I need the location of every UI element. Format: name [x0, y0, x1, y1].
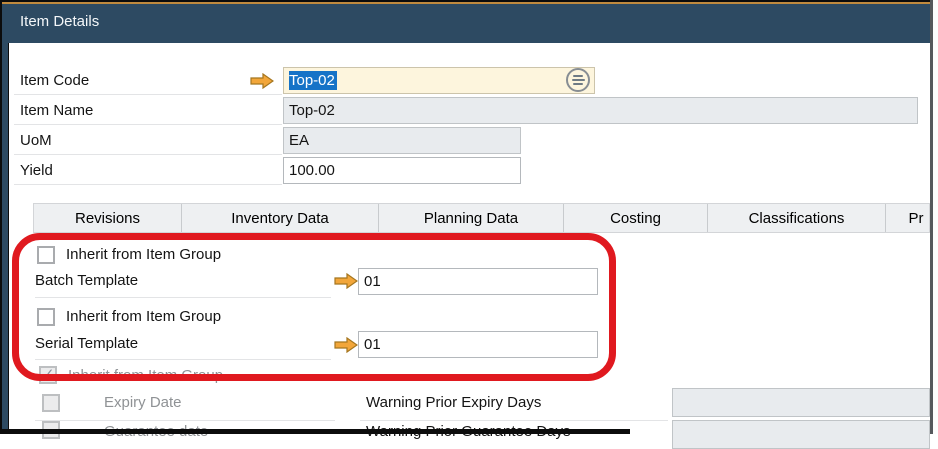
serial-template-value: 01: [364, 336, 381, 353]
title-bar: Item Details: [0, 4, 933, 43]
uom-input: EA: [283, 127, 521, 154]
inherit-batch-label: Inherit from Item Group: [66, 242, 221, 268]
batch-template-value: 01: [364, 273, 381, 290]
window-left-edge: [0, 0, 2, 434]
row-divider: [14, 184, 282, 185]
link-arrow-icon[interactable]: [250, 73, 274, 89]
item-name-value: Top-02: [289, 102, 335, 119]
serial-template-input[interactable]: 01: [358, 331, 598, 358]
tab-revisions[interactable]: Revisions: [34, 204, 182, 232]
item-name-input: Top-02: [283, 97, 918, 124]
inherit-expiry-label: Inherit from Item Group: [68, 363, 223, 389]
row-divider: [35, 359, 331, 360]
batch-template-label: Batch Template: [35, 268, 138, 294]
item-code-label: Item Code: [20, 68, 89, 94]
warning-prior-guarantee-days-input: [672, 420, 930, 449]
item-code-input[interactable]: Top-02: [283, 67, 595, 94]
row-divider: [14, 124, 282, 125]
inherit-from-item-group-checkbox-serial[interactable]: [37, 308, 55, 326]
tab-inventory-data[interactable]: Inventory Data: [182, 204, 379, 232]
uom-value: EA: [289, 132, 309, 149]
yield-value: 100.00: [289, 162, 335, 179]
item-code-value: Top-02: [289, 71, 337, 90]
batch-template-input[interactable]: 01: [358, 268, 598, 295]
tab-pr[interactable]: Pr: [886, 204, 930, 232]
inherit-from-item-group-checkbox-batch[interactable]: [37, 246, 55, 264]
link-arrow-icon[interactable]: [334, 337, 358, 353]
choose-from-list-icon[interactable]: [566, 68, 590, 92]
row-divider: [14, 154, 282, 155]
yield-label: Yield: [20, 158, 53, 184]
tab-planning-data[interactable]: Planning Data: [379, 204, 564, 232]
warning-prior-expiry-days-label: Warning Prior Expiry Days: [366, 390, 541, 416]
uom-label: UoM: [20, 128, 52, 154]
inherit-serial-label: Inherit from Item Group: [66, 304, 221, 330]
tab-classifications[interactable]: Classifications: [708, 204, 886, 232]
link-arrow-icon[interactable]: [334, 273, 358, 289]
expiry-date-checkbox: [42, 394, 60, 412]
window-title: Item Details: [20, 13, 99, 30]
serial-template-label: Serial Template: [35, 331, 138, 357]
window-right-gap: [933, 0, 938, 434]
inherit-from-item-group-checkbox-expiry: [39, 366, 57, 384]
row-divider: [14, 94, 282, 95]
yield-input[interactable]: 100.00: [283, 157, 521, 184]
item-name-label: Item Name: [20, 98, 93, 124]
tab-costing[interactable]: Costing: [564, 204, 708, 232]
tab-strip: Revisions Inventory Data Planning Data C…: [33, 203, 930, 233]
expiry-date-label: Expiry Date: [104, 390, 182, 416]
warning-prior-expiry-days-input: [672, 388, 930, 417]
row-divider: [35, 297, 331, 298]
bottom-edge-bar: [0, 429, 630, 434]
